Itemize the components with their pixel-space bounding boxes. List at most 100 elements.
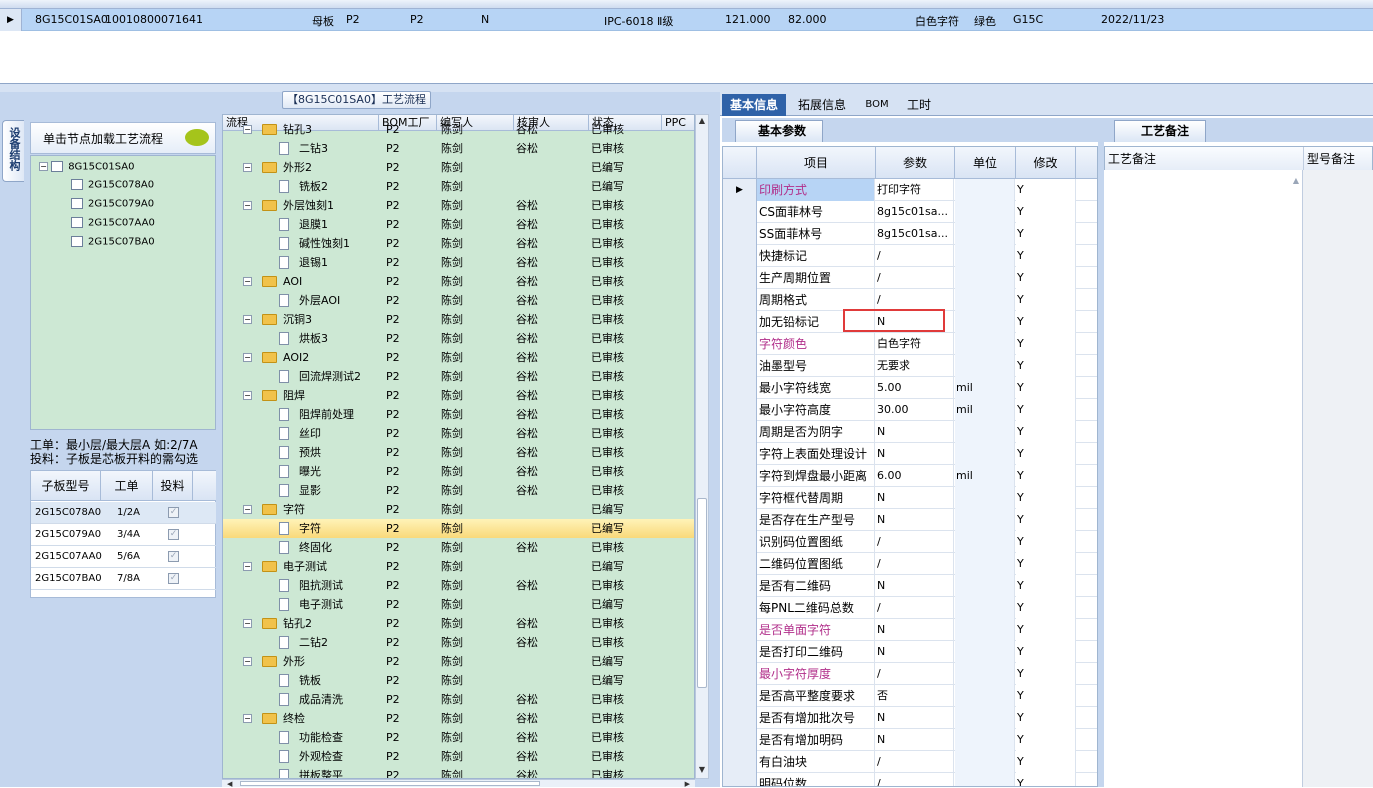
param-modify[interactable]: Y <box>1016 333 1076 355</box>
collapse-icon[interactable]: − <box>243 562 252 571</box>
param-value[interactable]: / <box>876 245 954 267</box>
param-value[interactable]: / <box>876 531 954 553</box>
param-value[interactable]: N <box>876 443 954 465</box>
param-row[interactable]: 是否高平整度要求否 Y <box>723 685 1097 707</box>
param-unit[interactable] <box>955 707 1015 729</box>
process-row[interactable]: − 电子测试 P2 陈剑 已编写 <box>223 557 694 576</box>
process-horizontal-scrollbar[interactable]: ◀ ▶ <box>222 779 695 788</box>
param-modify[interactable]: Y <box>1016 377 1076 399</box>
param-unit[interactable] <box>955 575 1015 597</box>
middle-splitter[interactable] <box>713 92 720 787</box>
process-row[interactable]: 阻焊前处理 P2 陈剑 谷松 已审核 <box>223 405 694 424</box>
param-row[interactable]: 生产周期位置 / Y <box>723 267 1097 289</box>
param-value[interactable]: / <box>876 597 954 619</box>
param-unit[interactable] <box>955 619 1015 641</box>
param-modify[interactable]: Y <box>1016 487 1076 509</box>
param-unit[interactable]: mil <box>955 465 1015 487</box>
table-row[interactable]: 2G15C07BA0 7/8A ✓ <box>31 568 217 590</box>
process-row[interactable]: − 钻孔2 P2 陈剑 谷松 已审核 <box>223 614 694 633</box>
param-value[interactable]: 8g15c01sa... <box>876 201 954 223</box>
process-row[interactable]: 铣板 P2 陈剑 已编写 <box>223 671 694 690</box>
param-value[interactable]: 30.00 <box>876 399 954 421</box>
param-value[interactable]: / <box>876 663 954 685</box>
collapse-icon[interactable]: − <box>243 619 252 628</box>
param-value[interactable]: / <box>876 267 954 289</box>
param-value[interactable]: / <box>876 773 954 786</box>
tree-checkbox[interactable] <box>51 161 64 172</box>
param-value[interactable]: 5.00 <box>876 377 954 399</box>
horizontal-splitter[interactable] <box>0 84 1373 92</box>
param-row[interactable]: 周期是否为阴字 N Y <box>723 421 1097 443</box>
param-modify[interactable]: Y <box>1016 399 1076 421</box>
basic-params-tab[interactable]: 基本参数 <box>735 120 823 142</box>
param-row[interactable]: 快捷标记 / Y <box>723 245 1097 267</box>
param-value[interactable]: 白色字符 <box>876 333 954 355</box>
process-row[interactable]: − 钻孔3 P2 陈剑 谷松 已审核 <box>223 120 694 139</box>
process-row[interactable]: 烘板3 P2 陈剑 谷松 已审核 <box>223 329 694 348</box>
param-modify[interactable]: Y <box>1016 531 1076 553</box>
param-modify[interactable]: Y <box>1016 663 1076 685</box>
process-row[interactable]: 外层AOI P2 陈剑 谷松 已审核 <box>223 291 694 310</box>
param-modify[interactable]: Y <box>1016 421 1076 443</box>
param-value[interactable]: 8g15c01sa... <box>876 223 954 245</box>
param-row[interactable]: 每PNL二维码总数 / Y <box>723 597 1097 619</box>
param-row[interactable]: 是否有增加明码 N Y <box>723 729 1097 751</box>
collapse-icon[interactable]: − <box>243 657 252 666</box>
process-vertical-scrollbar[interactable]: ▲ ▼ <box>695 114 709 779</box>
table-row[interactable]: 2G15C078A0 1/2A ✓ <box>31 502 217 524</box>
param-modify[interactable]: Y <box>1016 201 1076 223</box>
param-unit[interactable] <box>955 421 1015 443</box>
param-modify[interactable]: Y <box>1016 509 1076 531</box>
param-modify[interactable]: Y <box>1016 223 1076 245</box>
device-structure-tab[interactable]: 设备结构 <box>2 120 24 182</box>
feed-checkbox[interactable]: ✓ <box>168 573 179 584</box>
col-header-item[interactable]: 项目 <box>757 147 876 179</box>
top-grid-selected-row[interactable]: ▶ 8G15C01SA0 10010800071641 母板 P2 P2 N I… <box>0 9 1373 31</box>
process-row[interactable]: − 阻焊 P2 陈剑 谷松 已审核 <box>223 386 694 405</box>
param-row[interactable]: 最小字符线宽 5.00 mil Y <box>723 377 1097 399</box>
param-unit[interactable] <box>955 201 1015 223</box>
process-row[interactable]: 终固化 P2 陈剑 谷松 已审核 <box>223 538 694 557</box>
collapse-icon[interactable]: − <box>243 391 252 400</box>
process-row[interactable]: − 外形 P2 陈剑 已编写 <box>223 652 694 671</box>
param-row[interactable]: 字符上表面处理设计 N Y <box>723 443 1097 465</box>
col-header-modify[interactable]: 修改 <box>1016 147 1076 179</box>
param-row[interactable]: CS面菲林号 8g15c01sa... Y <box>723 201 1097 223</box>
param-modify[interactable]: Y <box>1016 773 1076 786</box>
param-unit[interactable] <box>955 355 1015 377</box>
col-header-model[interactable]: 子板型号 <box>31 471 101 501</box>
collapse-icon[interactable]: − <box>243 353 252 362</box>
param-modify[interactable]: Y <box>1016 289 1076 311</box>
col-header-process-note[interactable]: 工艺备注 <box>1105 147 1304 171</box>
param-unit[interactable] <box>955 443 1015 465</box>
col-header-param[interactable]: 参数 <box>876 147 955 179</box>
param-unit[interactable] <box>955 685 1015 707</box>
param-row[interactable]: 是否有二维码 N Y <box>723 575 1097 597</box>
param-unit[interactable] <box>955 179 1015 201</box>
param-unit[interactable] <box>955 531 1015 553</box>
param-value[interactable]: N <box>876 421 954 443</box>
process-row[interactable]: − AOI P2 陈剑 谷松 已审核 <box>223 272 694 291</box>
tab-work-hours[interactable]: 工时 <box>900 94 938 116</box>
feed-checkbox[interactable]: ✓ <box>168 507 179 518</box>
param-row[interactable]: 二维码位置图纸 / Y <box>723 553 1097 575</box>
param-unit[interactable] <box>955 223 1015 245</box>
process-row[interactable]: 退膜1 P2 陈剑 谷松 已审核 <box>223 215 694 234</box>
feed-checkbox[interactable]: ✓ <box>168 551 179 562</box>
param-modify[interactable]: Y <box>1016 443 1076 465</box>
param-modify[interactable]: Y <box>1016 311 1076 333</box>
col-header-unit[interactable]: 单位 <box>955 147 1016 179</box>
param-modify[interactable]: Y <box>1016 597 1076 619</box>
tab-bom[interactable]: BOM <box>860 94 894 116</box>
process-row[interactable]: 碱性蚀刻1 P2 陈剑 谷松 已审核 <box>223 234 694 253</box>
process-row[interactable]: − 终检 P2 陈剑 谷松 已审核 <box>223 709 694 728</box>
param-row[interactable]: 最小字符厚度 / Y <box>723 663 1097 685</box>
param-unit[interactable] <box>955 509 1015 531</box>
param-row[interactable]: 是否有增加批次号 N Y <box>723 707 1097 729</box>
param-value[interactable]: / <box>876 553 954 575</box>
collapse-icon[interactable]: − <box>243 315 252 324</box>
process-row[interactable]: − 外形2 P2 陈剑 已编写 <box>223 158 694 177</box>
param-modify[interactable]: Y <box>1016 751 1076 773</box>
process-row[interactable]: 二钻2 P2 陈剑 谷松 已审核 <box>223 633 694 652</box>
param-modify[interactable]: Y <box>1016 465 1076 487</box>
